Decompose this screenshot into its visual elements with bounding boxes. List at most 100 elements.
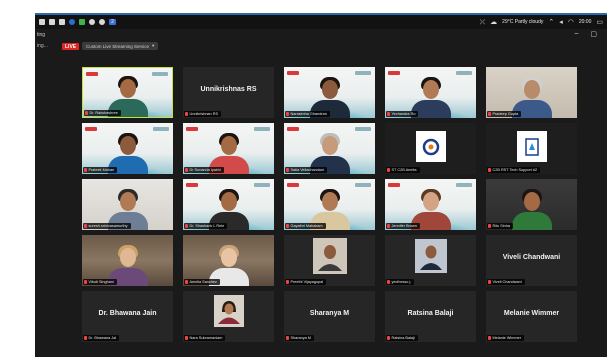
maximize-icon[interactable]: ▢ <box>590 30 597 38</box>
participant-tile[interactable]: yeclhesso j. <box>385 235 476 286</box>
wifi-icon[interactable]: ◠ <box>568 19 574 26</box>
participant-label: Dr. Rakshashree <box>84 110 121 116</box>
brand-logo <box>355 183 371 187</box>
participant-tile[interactable]: suresh.srinivasamurthy <box>82 179 173 230</box>
org-logo <box>516 131 547 162</box>
mic-muted-icon <box>84 168 87 172</box>
participant-tile[interactable]: Ratsina Balaji Ratsina Balaji <box>385 291 476 342</box>
participant-tile[interactable]: C2B RST Tech Support #2 <box>486 123 577 174</box>
mic-muted-icon <box>185 280 188 284</box>
participant-tile[interactable]: Pradeep Gupta <box>486 67 577 118</box>
participant-label: yeclhesso j. <box>386 279 415 285</box>
window-titlebar: ting – ▢ <box>35 29 607 41</box>
participant-tile[interactable]: Viveli Chandwani Viveli Chandwani <box>486 235 577 286</box>
participant-tile[interactable]: Ritu Sinha <box>486 179 577 230</box>
participant-label: Satia Vellachandani <box>285 167 327 173</box>
participant-photo <box>312 238 347 274</box>
participant-photo <box>213 295 244 327</box>
chat-app-icon[interactable] <box>79 19 85 25</box>
clock[interactable]: 20:00 <box>579 19 592 25</box>
participant-tile[interactable]: Dr. Shashank L Rele <box>183 179 274 230</box>
mic-muted-icon <box>488 112 491 116</box>
brand-tag <box>85 127 97 131</box>
notifications-icon[interactable]: ▭ <box>596 19 603 26</box>
participant-photo <box>414 239 447 273</box>
live-badge[interactable]: LIVE <box>62 43 80 50</box>
settings-icon[interactable] <box>99 19 105 25</box>
participant-tile[interactable]: Dr Sunanda Iyakhi <box>183 123 274 174</box>
weather-text[interactable]: 29°C Partly cloudy <box>502 19 543 25</box>
participant-tile[interactable]: Gayathri Mahakam <box>284 179 375 230</box>
mic-muted-icon <box>387 168 390 172</box>
mic-muted-icon <box>185 112 188 116</box>
participant-label: suresh.srinivasamurthy <box>83 223 131 229</box>
participant-tile[interactable]: Dr. Rakshashree <box>82 67 173 118</box>
search-icon[interactable] <box>49 19 55 25</box>
brand-logo <box>153 127 169 131</box>
stream-service-label: Custom Live Streaming Service <box>86 43 150 49</box>
participant-label: Melanie Wimmer <box>487 335 524 341</box>
participant-tile[interactable]: Satia Vellachandani <box>284 123 375 174</box>
mic-muted-icon <box>488 224 491 228</box>
taskbar-badge[interactable]: 2 <box>109 19 116 25</box>
mic-muted-icon <box>286 112 289 116</box>
participant-label: Yechandra Ro <box>386 111 419 117</box>
brand-logo <box>355 71 371 75</box>
participant-label: Dr Sunanda Iyakhi <box>184 167 224 173</box>
participant-display-name: Unnikrishnas RS <box>200 86 257 93</box>
participant-tile[interactable]: Preethi Vijayagopal <box>284 235 375 286</box>
chevron-up-icon[interactable]: ⌃ <box>548 19 554 26</box>
participant-label: C2B RST Tech Support #2 <box>487 167 541 173</box>
participant-label: ST C2B Amrita <box>386 167 420 173</box>
participant-tile[interactable]: Vibuti Singhani <box>82 235 173 286</box>
brand-tag <box>186 183 198 187</box>
browser-icon[interactable] <box>69 19 75 25</box>
brand-tag <box>388 71 400 75</box>
participant-display-name: Ratsina Balaji <box>407 310 454 317</box>
participant-tile[interactable]: Nara Subramaniam <box>183 291 274 342</box>
brand-tag <box>86 72 98 76</box>
stream-service-dropdown[interactable]: Custom Live Streaming Service ▾ <box>82 42 159 50</box>
mic-muted-icon <box>286 336 289 340</box>
mic-muted-icon <box>387 280 390 284</box>
mic-muted-icon <box>185 224 188 228</box>
participant-tile[interactable]: Dr. Bhawana Jain Dr. Bhawana Jai <box>82 291 173 342</box>
participant-tile[interactable]: Sharanya M Sharanya M <box>284 291 375 342</box>
brand-logo <box>456 183 472 187</box>
mic-muted-icon <box>286 224 289 228</box>
volume-icon[interactable]: ◂ <box>559 19 563 26</box>
chrome-icon[interactable] <box>89 19 95 25</box>
brand-logo <box>254 127 270 131</box>
start-icon[interactable] <box>39 19 45 25</box>
os-taskbar: 2 ⤬ ☁ 29°C Partly cloudy ⌃ ◂ ◠ 20:00 ▭ <box>35 15 607 29</box>
brand-tag <box>388 183 400 187</box>
mic-muted-icon <box>387 112 390 116</box>
participant-tile[interactable]: Unnikrishnas RS Unnikrishnan RS <box>183 67 274 118</box>
brand-logo <box>355 127 371 131</box>
mic-muted-icon <box>84 224 87 228</box>
participant-label: Vibuti Singhani <box>83 279 117 285</box>
participant-tile[interactable]: Yechandra Ro <box>385 67 476 118</box>
zoom-screen: 2 ⤬ ☁ 29°C Partly cloudy ⌃ ◂ ◠ 20:00 ▭ t… <box>35 13 607 357</box>
participant-tile[interactable]: Narasimha Ghandran <box>284 67 375 118</box>
participant-tile[interactable]: Melanie Wimmer Melanie Wimmer <box>486 291 577 342</box>
participant-label: Gayathri Mahakam <box>285 223 326 229</box>
meeting-toolbar: ing... LIVE Custom Live Streaming Servic… <box>35 41 607 53</box>
participant-tile[interactable]: Amelia Sanchez <box>183 235 274 286</box>
participant-tile[interactable]: ST C2B Amrita <box>385 123 476 174</box>
view-label[interactable]: ing... <box>37 43 48 49</box>
window-title: ting <box>37 32 46 38</box>
mic-muted-icon <box>185 168 188 172</box>
participant-label: Preethi Vijayagopal <box>285 279 327 285</box>
mic-muted-icon <box>84 280 87 284</box>
system-tray: ⤬ ☁ 29°C Partly cloudy ⌃ ◂ ◠ 20:00 ▭ <box>480 15 603 29</box>
participant-display-name: Melanie Wimmer <box>503 310 560 317</box>
participant-tile[interactable]: Jennifer Brown <box>385 179 476 230</box>
minimize-icon[interactable]: – <box>574 30 578 38</box>
pin-icon[interactable]: ⤬ <box>480 19 486 26</box>
participant-tile[interactable]: Prateek Mahan <box>82 123 173 174</box>
file-explorer-icon[interactable] <box>59 19 65 25</box>
mic-muted-icon <box>488 280 491 284</box>
participant-label: Amelia Sanchez <box>184 279 220 285</box>
participant-display-name: Dr. Bhawana Jain <box>98 310 157 317</box>
